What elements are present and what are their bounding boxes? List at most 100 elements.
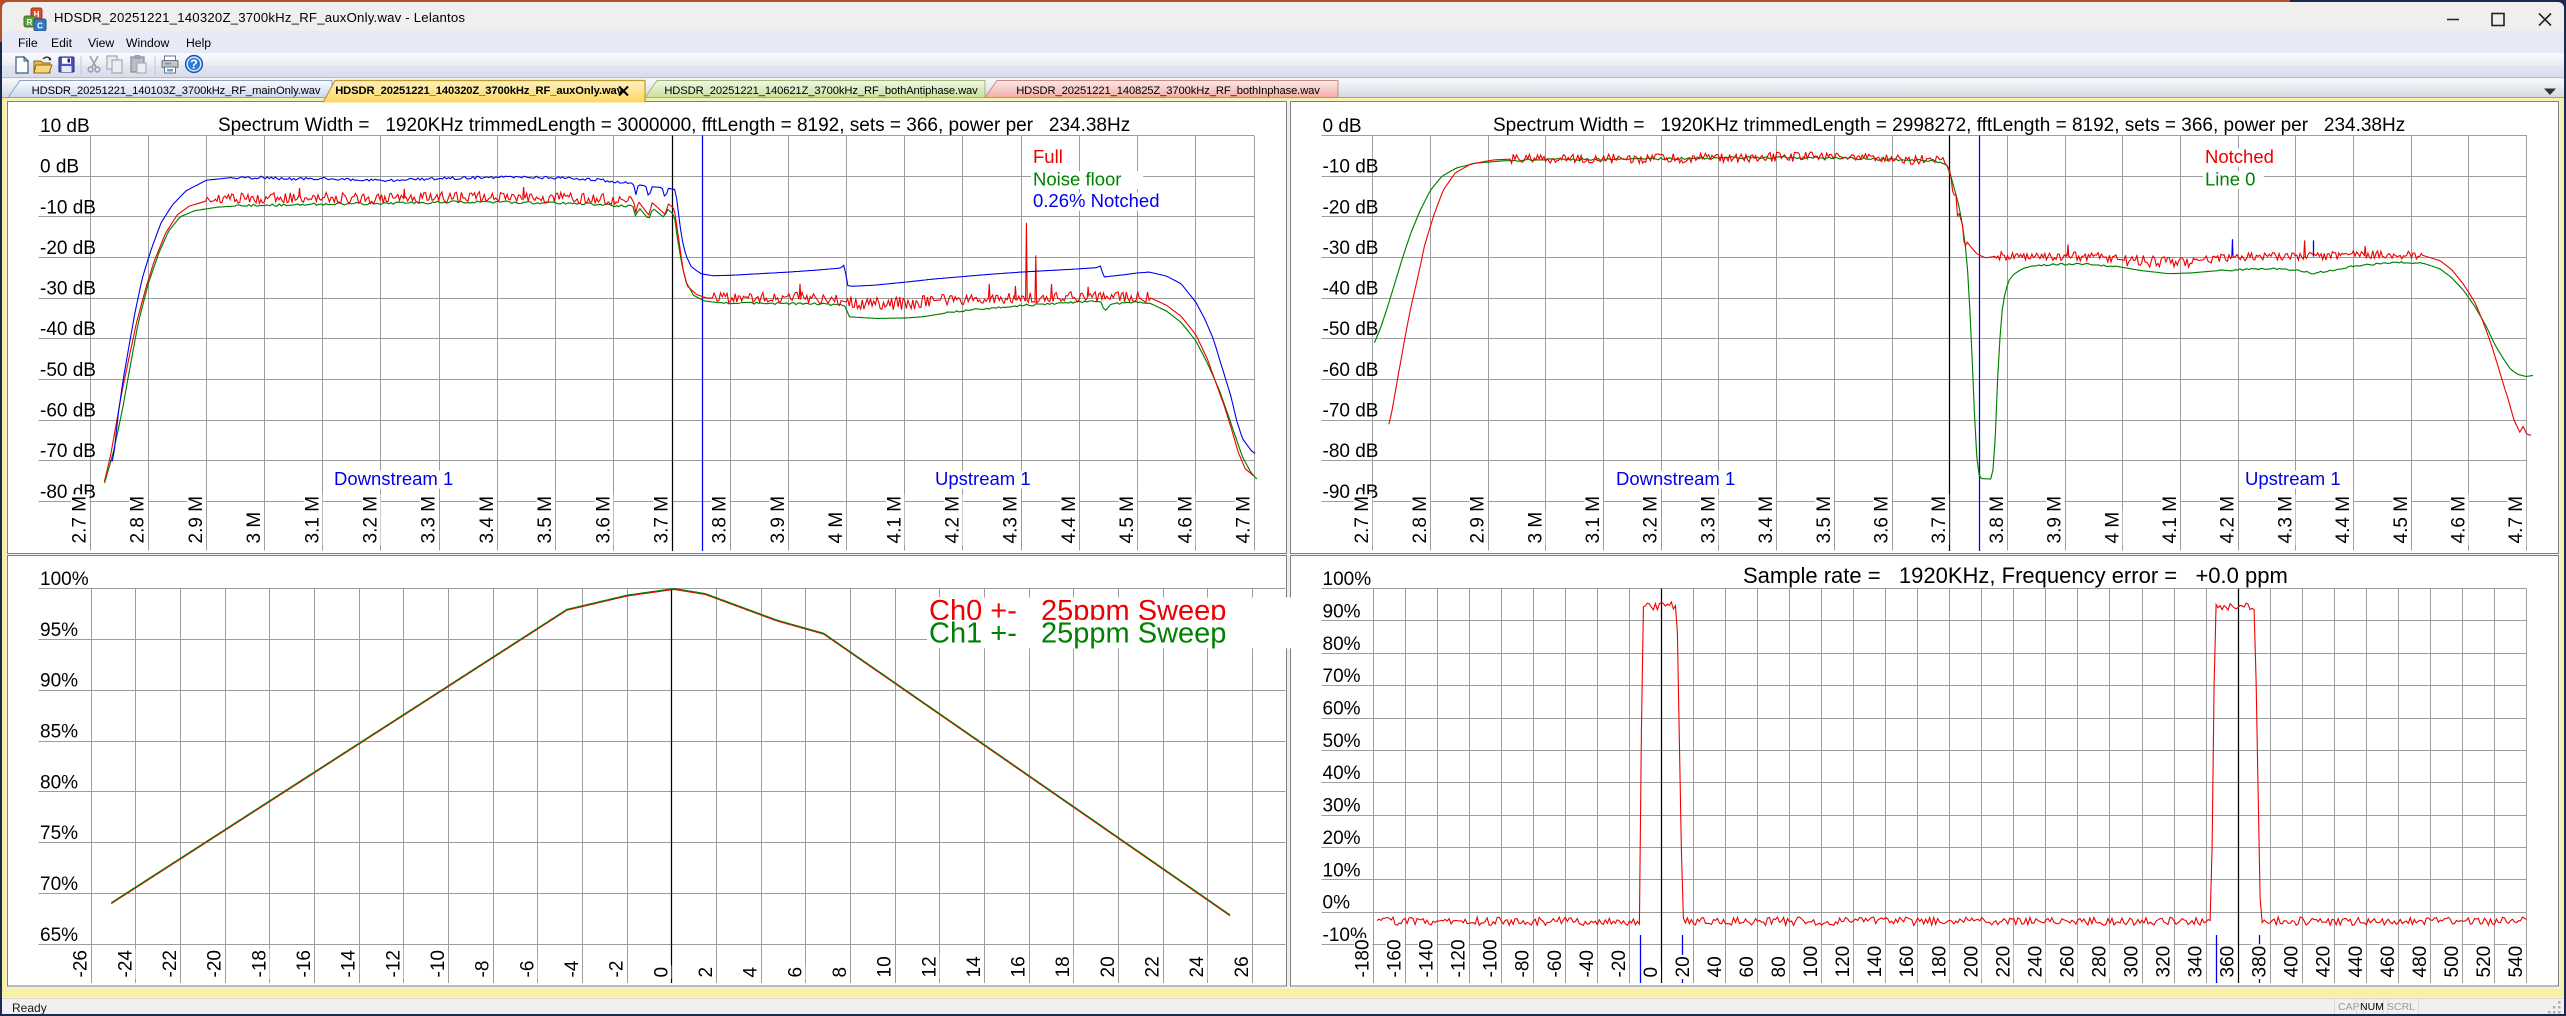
svg-text:HDSDR_20251221_140320Z_3700kHz: HDSDR_20251221_140320Z_3700kHz_RF_auxOnl… [335,85,623,97]
svg-text:-80: -80 [1513,950,1534,977]
svg-text:-16: -16 [294,950,315,977]
svg-text:75%: 75% [40,823,78,844]
svg-text:18: 18 [1053,956,1074,977]
svg-text:4.4 M: 4.4 M [1059,496,1080,544]
svg-text:4.1 M: 4.1 M [884,496,905,544]
svg-text:-12: -12 [383,950,404,977]
svg-text:10: 10 [875,956,896,977]
svg-text:-60: -60 [1545,950,1566,977]
svg-text:3.6 M: 3.6 M [1872,496,1893,544]
svg-text:20: 20 [1098,956,1119,977]
svg-text:380: 380 [2250,946,2271,978]
svg-text:-70 dB: -70 dB [1323,401,1379,422]
svg-text:2.9 M: 2.9 M [1468,496,1489,544]
svg-text:-40: -40 [1577,950,1598,977]
svg-text:0 dB: 0 dB [1323,116,1362,137]
svg-text:100%: 100% [1323,569,1372,590]
svg-text:HDSDR_20251221_140621Z_3700kHz: HDSDR_20251221_140621Z_3700kHz_RF_bothAn… [664,85,978,97]
svg-text:-70 dB: -70 dB [40,441,96,462]
svg-text:40%: 40% [1323,763,1361,784]
svg-text:Noise floor: Noise floor [1033,169,1121,190]
svg-text:4 M: 4 M [826,512,847,544]
svg-text:30%: 30% [1323,796,1361,817]
svg-text:16: 16 [1009,956,1030,977]
svg-text:-10 dB: -10 dB [40,197,96,218]
svg-text:3.8 M: 3.8 M [1987,496,2008,544]
svg-text:-18: -18 [249,950,270,977]
svg-text:Downstream 1: Downstream 1 [334,468,453,489]
svg-text:4.2 M: 4.2 M [943,496,964,544]
svg-text:65%: 65% [40,925,78,946]
svg-text:22: 22 [1143,956,1164,977]
svg-text:100%: 100% [40,569,89,590]
svg-text:-14: -14 [339,950,360,978]
svg-text:20: 20 [1673,956,1694,977]
svg-text:-180: -180 [1353,939,1374,977]
svg-text:26: 26 [1232,956,1253,977]
svg-text:420: 420 [2314,946,2335,978]
svg-text:HDSDR_20251221_140825Z_3700kHz: HDSDR_20251221_140825Z_3700kHz_RF_bothIn… [1016,85,1320,97]
svg-text:4.3 M: 4.3 M [2275,496,2296,544]
svg-text:-50 dB: -50 dB [40,360,96,381]
svg-text:4.4 M: 4.4 M [2333,496,2354,544]
svg-text:540: 540 [2506,946,2527,978]
svg-text:3.4 M: 3.4 M [477,496,498,544]
svg-text:3.2 M: 3.2 M [1641,496,1662,544]
svg-text:360: 360 [2218,946,2239,978]
svg-text:2: 2 [696,967,717,978]
svg-text:220: 220 [1993,946,2014,978]
svg-text:3.1 M: 3.1 M [1583,496,1604,544]
svg-text:20%: 20% [1323,828,1361,849]
svg-text:Notched: Notched [2205,146,2274,167]
svg-text:-20: -20 [205,950,226,977]
svg-text:2.8 M: 2.8 M [1410,496,1431,544]
svg-text:160: 160 [1897,946,1918,978]
svg-text:4.3 M: 4.3 M [1001,496,1022,544]
svg-text:90%: 90% [40,671,78,692]
svg-text:440: 440 [2346,946,2367,978]
svg-text:8: 8 [830,967,851,978]
svg-text:3.6 M: 3.6 M [593,496,614,544]
svg-text:60: 60 [1737,956,1758,977]
svg-text:-22: -22 [160,950,181,977]
svg-text:70%: 70% [1323,666,1361,687]
svg-text:3.4 M: 3.4 M [1756,496,1777,544]
svg-text:4.5 M: 4.5 M [2391,496,2412,544]
svg-text:3.9 M: 3.9 M [768,496,789,544]
svg-text:-26: -26 [71,950,92,977]
svg-text:-100: -100 [1481,939,1502,977]
svg-text:3.3 M: 3.3 M [1698,496,1719,544]
svg-text:4.5 M: 4.5 M [1117,496,1138,544]
svg-text:4.7 M: 4.7 M [1234,496,1255,544]
svg-text:10%: 10% [1323,860,1361,881]
svg-text:-160: -160 [1385,939,1406,977]
svg-text:0: 0 [1641,967,1662,978]
svg-text:85%: 85% [40,722,78,743]
svg-text:Full: Full [1033,146,1063,167]
svg-text:500: 500 [2442,946,2463,978]
svg-text:2.7 M: 2.7 M [70,496,91,544]
svg-text:200: 200 [1961,946,1982,978]
svg-text:-140: -140 [1417,939,1438,977]
svg-text:50%: 50% [1323,731,1361,752]
svg-text:3.7 M: 3.7 M [652,496,673,544]
svg-text:0: 0 [651,967,672,978]
svg-text:2.9 M: 2.9 M [186,496,207,544]
svg-text:Sample rate = 1920KHz, Frequ: Sample rate = 1920KHz, Frequency error =… [1743,563,2288,588]
svg-text:300: 300 [2122,946,2143,978]
svg-text:80: 80 [1769,956,1790,977]
svg-text:Upstream 1: Upstream 1 [935,468,1031,489]
svg-text:-24: -24 [115,950,136,978]
svg-text:2.8 M: 2.8 M [128,496,149,544]
svg-text:2.7 M: 2.7 M [1352,496,1373,544]
svg-text:0.26% Notched: 0.26% Notched [1033,190,1160,211]
svg-text:120: 120 [1833,946,1854,978]
svg-text:80%: 80% [1323,634,1361,655]
svg-text:70%: 70% [40,874,78,895]
svg-text:4.1 M: 4.1 M [2160,496,2181,544]
svg-text:460: 460 [2378,946,2399,978]
svg-text:140: 140 [1865,946,1886,978]
svg-text:-20 dB: -20 dB [40,238,96,259]
svg-text:3.1 M: 3.1 M [302,496,323,544]
svg-text:40: 40 [1705,956,1726,977]
